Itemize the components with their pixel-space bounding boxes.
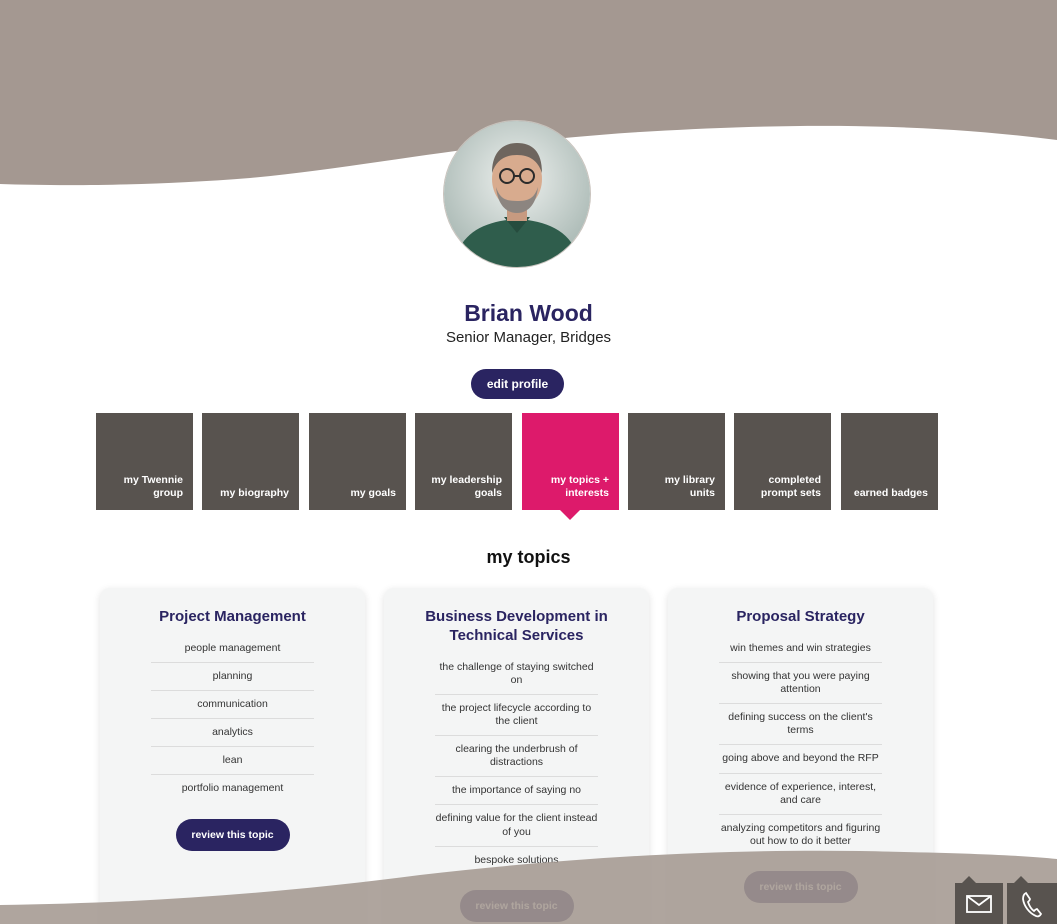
- topic-card: Business Development in Technical Servic…: [384, 588, 649, 924]
- subtopic-item: the importance of saying no: [435, 777, 598, 806]
- topic-card: Proposal Strategy win themes and win str…: [668, 588, 933, 924]
- topic-card: Project Management people management pla…: [100, 588, 365, 924]
- subtopic-item: showing that you were paying attention: [719, 663, 882, 705]
- section-title: my topics: [486, 547, 571, 567]
- tab-my-biography[interactable]: my biography: [202, 413, 299, 510]
- tab-label: my goals: [350, 486, 396, 499]
- subtopic-item: evidence of experience, interest, and ca…: [719, 774, 882, 815]
- edit-profile-button[interactable]: edit profile: [471, 369, 564, 399]
- email-button[interactable]: [955, 876, 1003, 924]
- subtopic-item: analyzing competitors and figuring out h…: [720, 821, 881, 847]
- profile-role: Senior Manager, Bridges: [445, 329, 612, 346]
- tab-my-goals[interactable]: my goals: [309, 413, 406, 510]
- review-topic-button[interactable]: review this topic: [175, 818, 290, 851]
- subtopic-item: defining success on the client's terms: [719, 704, 882, 746]
- subtopic-item: portfolio management: [181, 782, 284, 795]
- profile-tabs: my Twennie group my biography my goals m…: [96, 413, 939, 520]
- tab-my-topics-interests[interactable]: my topics + interests: [522, 413, 619, 520]
- topic-card-title: Business Development in Technical Servic…: [425, 608, 608, 644]
- subtopic-item: communication: [151, 691, 314, 720]
- tab-label: my leadership goals: [431, 473, 502, 499]
- subtopic-item: analytics: [151, 719, 314, 748]
- subtopic-list: the challenge of staying switched on the…: [435, 654, 598, 874]
- subtopic-item: bespoke solutions: [474, 853, 559, 866]
- tab-earned-badges[interactable]: earned badges: [841, 413, 938, 510]
- review-topic-button[interactable]: review this topic: [459, 889, 574, 922]
- subtopic-item: the project lifecycle according to the c…: [435, 695, 598, 736]
- profile-name: Brian Wood: [464, 300, 593, 326]
- subtopic-item: people management: [151, 635, 314, 663]
- subtopic-item: clearing the underbrush of distractions: [435, 736, 598, 778]
- subtopic-item: lean: [151, 747, 314, 776]
- phone-button[interactable]: [1007, 876, 1057, 924]
- tab-my-library-units[interactable]: my library units: [628, 413, 725, 510]
- subtopic-list: people management planning communication…: [151, 635, 314, 803]
- subtopic-item: the challenge of staying switched on: [435, 654, 598, 695]
- tab-label: my topics + interests: [550, 473, 609, 499]
- tab-completed-prompt-sets[interactable]: completed prompt sets: [734, 413, 831, 510]
- tab-label: earned badges: [853, 486, 928, 499]
- tab-my-twennie-group[interactable]: my Twennie group: [96, 413, 193, 510]
- tab-label: completed prompt sets: [760, 473, 821, 499]
- profile-avatar: [444, 121, 590, 267]
- subtopic-item: win themes and win strategies: [719, 635, 882, 663]
- tab-label: my Twennie group: [123, 473, 183, 499]
- envelope-icon: [966, 894, 992, 913]
- review-topic-button[interactable]: review this topic: [743, 871, 858, 903]
- phone-icon: [1022, 891, 1043, 917]
- tab-label: my biography: [220, 486, 289, 499]
- subtopic-list: win themes and win strategies showing th…: [719, 635, 882, 855]
- subtopic-item: planning: [151, 663, 314, 691]
- tab-label: my library units: [664, 473, 715, 499]
- tab-my-leadership-goals[interactable]: my leadership goals: [415, 413, 512, 510]
- subtopic-item: defining value for the client instead of…: [435, 805, 598, 847]
- topic-card-title: Proposal Strategy: [736, 608, 865, 625]
- subtopic-item: going above and beyond the RFP: [719, 745, 882, 774]
- topic-card-title: Project Management: [159, 608, 306, 625]
